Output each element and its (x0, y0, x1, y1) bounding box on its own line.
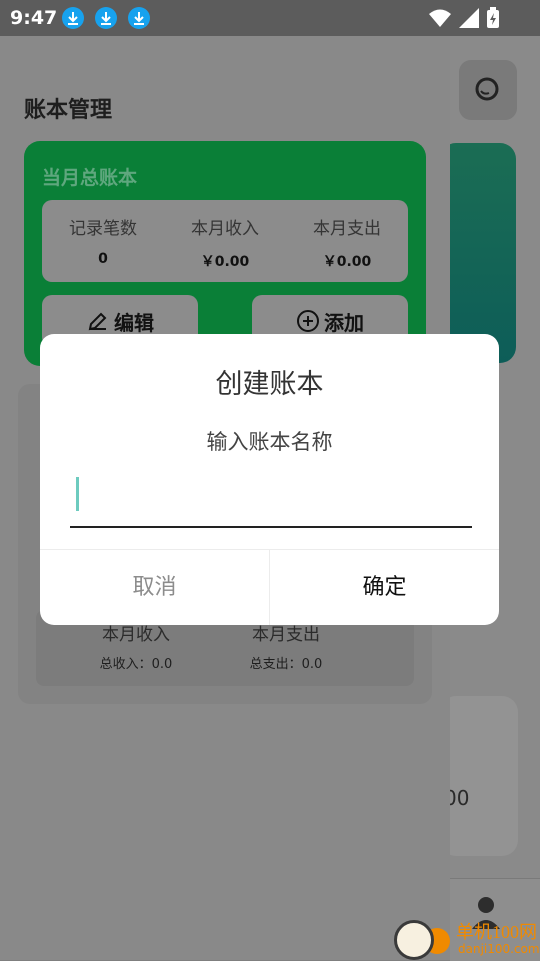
stat-label: 本月支出 (313, 219, 381, 239)
status-time: 9:47 (10, 7, 58, 29)
download-notification-icon (95, 7, 117, 29)
dialog-title: 创建账本 (215, 369, 324, 400)
stat-value: ￥0.00 (200, 254, 250, 270)
page-title: 账本管理 (24, 98, 113, 123)
stat-label: 本月收入 (191, 219, 259, 239)
background-search-button[interactable] (459, 60, 517, 120)
cancel-button[interactable]: 取消 (40, 550, 269, 625)
status-bar: 9:47 (0, 0, 540, 36)
monthly-summary-card: 当月总账本 记录笔数 0 本月收入 ￥0.00 本月支出 ￥0.00 编辑 添加 (24, 141, 426, 366)
watermark: 单机100网 danji100.com (390, 914, 540, 960)
battery-icon (487, 7, 499, 28)
stat-monthly-income: 本月收入 ￥0.00 (164, 200, 286, 271)
expense-total: 总支出：0.0 (249, 657, 323, 672)
wifi-icon (429, 9, 451, 27)
watermark-url: danji100.com (458, 942, 540, 956)
text-cursor (76, 477, 79, 511)
edit-button-label: 编辑 (114, 310, 154, 335)
stat-record-count: 记录笔数 0 (42, 200, 164, 267)
confirm-button[interactable]: 确定 (270, 550, 499, 625)
watermark-logo (394, 920, 434, 960)
add-circle-icon (297, 310, 319, 332)
ledger-name-input[interactable] (70, 474, 472, 528)
create-ledger-dialog: 创建账本 输入账本名称 取消 确定 (40, 334, 499, 625)
edit-icon (88, 312, 107, 331)
add-button-label: 添加 (324, 310, 364, 335)
background-summary-card (440, 143, 516, 363)
summary-card-title: 当月总账本 (42, 167, 138, 189)
background-card (440, 696, 518, 856)
search-icon (475, 77, 499, 101)
stat-label: 记录笔数 (69, 219, 137, 239)
summary-stats: 记录笔数 0 本月收入 ￥0.00 本月支出 ￥0.00 (42, 200, 408, 282)
download-notification-icon (62, 7, 84, 29)
watermark-brand: 单机100网 (456, 922, 537, 942)
dialog-subtitle: 输入账本名称 (206, 430, 333, 454)
download-notification-icon (128, 7, 150, 29)
system-icons (428, 7, 500, 29)
signal-icon (459, 8, 479, 28)
stat-monthly-expense: 本月支出 ￥0.00 (286, 200, 408, 271)
stat-value: 0 (98, 251, 108, 267)
stat-value: ￥0.00 (322, 254, 372, 270)
